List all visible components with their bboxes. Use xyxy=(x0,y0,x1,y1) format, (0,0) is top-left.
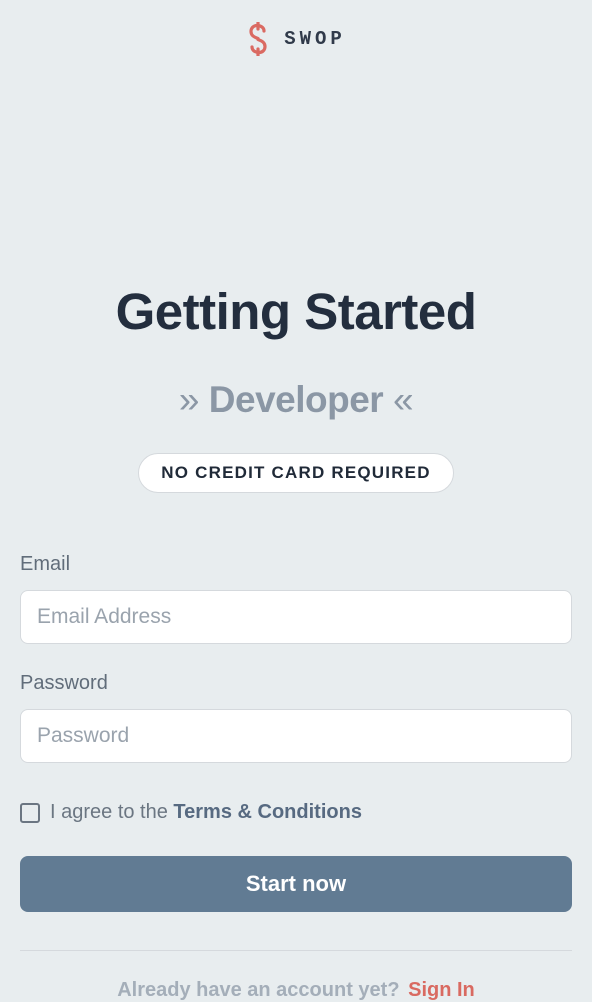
password-label: Password xyxy=(20,672,572,695)
plan-subheading: » Developer « xyxy=(0,379,592,421)
terms-checkbox[interactable] xyxy=(20,803,40,823)
plan-name: Developer xyxy=(209,379,383,420)
terms-link[interactable]: Terms & Conditions xyxy=(173,801,362,823)
dollar-swap-icon xyxy=(246,22,270,56)
signin-row: Already have an account yet? Sign In xyxy=(20,979,572,1002)
password-field[interactable] xyxy=(20,709,572,763)
terms-row: I agree to the Terms & Conditions xyxy=(20,801,572,824)
divider xyxy=(20,950,572,951)
arrow-right-icon: » xyxy=(179,379,199,420)
header: SWOP xyxy=(0,0,592,72)
signup-form: Email Password I agree to the Terms & Co… xyxy=(0,553,592,1002)
no-credit-card-badge: NO CREDIT CARD REQUIRED xyxy=(138,453,453,493)
email-field[interactable] xyxy=(20,590,572,644)
agree-text: I agree to the xyxy=(50,801,173,823)
arrow-left-icon: « xyxy=(393,379,413,420)
start-button[interactable]: Start now xyxy=(20,856,572,912)
logo-text: SWOP xyxy=(284,28,346,50)
email-label: Email xyxy=(20,553,572,576)
page-title: Getting Started xyxy=(0,282,592,341)
